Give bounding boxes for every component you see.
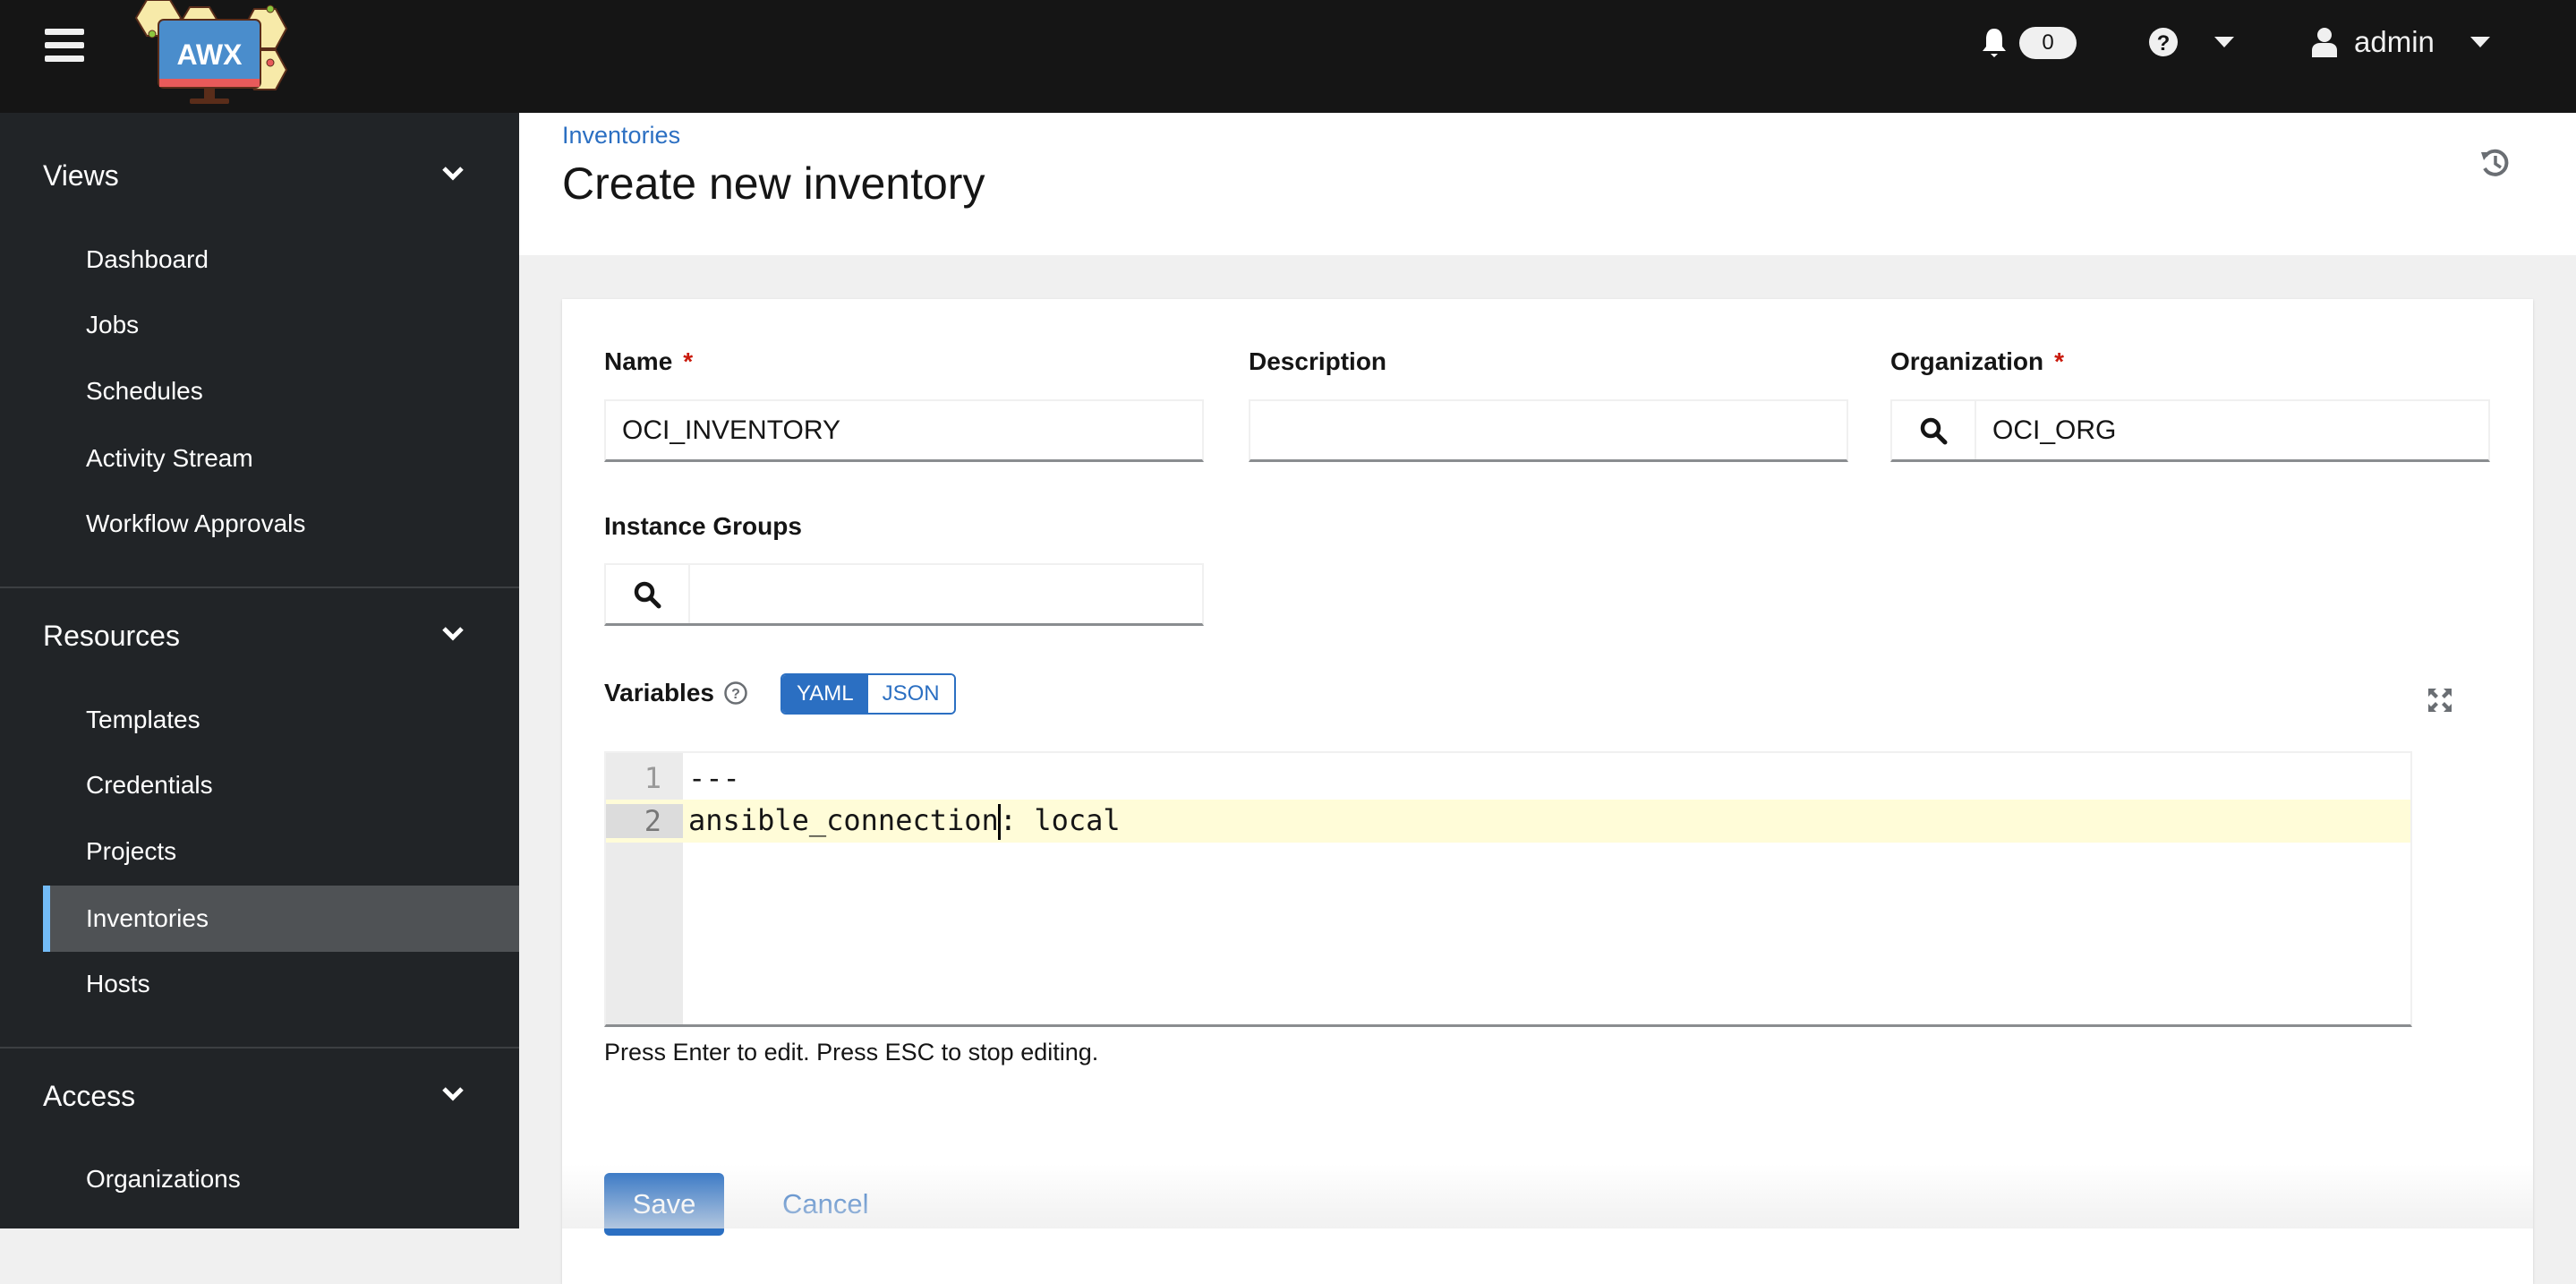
sidebar-item-organizations[interactable]: Organizations <box>43 1146 519 1212</box>
sidebar-item-projects[interactable]: Projects <box>43 818 519 885</box>
page-header: Inventories Create new inventory <box>519 113 2576 255</box>
expand-icon[interactable] <box>2426 686 2454 715</box>
save-button[interactable]: Save <box>604 1173 724 1236</box>
json-toggle-button[interactable]: JSON <box>867 675 954 713</box>
code-line: 1 --- <box>644 761 740 795</box>
description-label: Description <box>1249 347 1387 375</box>
hamburger-icon <box>45 29 84 35</box>
sidebar-group-resources[interactable]: Resources <box>43 620 464 653</box>
help-circle-icon[interactable]: ? <box>723 681 748 706</box>
bell-icon <box>1983 29 2006 57</box>
sidebar-divider <box>0 586 519 588</box>
help-menu[interactable]: ? <box>2148 27 2234 57</box>
notifications-button[interactable]: 0 <box>1982 27 2077 59</box>
username: admin <box>2354 25 2435 58</box>
variables-label: Variables ? <box>604 679 748 707</box>
chevron-down-icon <box>442 167 464 181</box>
chevron-down-icon <box>442 627 464 641</box>
search-icon <box>634 581 661 608</box>
instance-groups-search-button[interactable] <box>606 565 690 623</box>
editor-helper-text: Press Enter to edit. Press ESC to stop e… <box>604 1039 1099 1066</box>
inventory-form: Name * OCI_INVENTORY Description Organiza… <box>562 299 2533 1284</box>
notifications-badge: 0 <box>2019 27 2077 59</box>
yaml-toggle-button[interactable]: YAML <box>782 675 868 713</box>
page-title: Create new inventory <box>562 158 985 209</box>
description-input[interactable] <box>1249 399 1848 462</box>
sidebar-item-dashboard[interactable]: Dashboard <box>43 227 519 293</box>
history-icon[interactable] <box>2479 147 2512 179</box>
organization-lookup[interactable]: OCI_ORG <box>1890 399 2490 462</box>
help-caret-icon <box>2214 37 2234 47</box>
sidebar-item-activity-stream[interactable]: Activity Stream <box>43 425 519 492</box>
user-icon <box>2312 28 2337 57</box>
masthead: AWX 0 ? admin <box>0 0 2576 113</box>
user-caret-icon <box>2469 37 2490 47</box>
sidebar-item-workflow-approvals[interactable]: Workflow Approvals <box>43 491 519 557</box>
variables-format-toggle: YAML JSON <box>780 673 956 715</box>
sidebar-group-views[interactable]: Views <box>43 159 464 193</box>
name-input[interactable]: OCI_INVENTORY <box>604 399 1204 462</box>
question-circle-icon: ? <box>2149 28 2178 56</box>
variables-code-editor[interactable]: 1 --- 2 ansible_connection: local <box>604 751 2412 1027</box>
sidebar: Views Dashboard Jobs Schedules Activity … <box>0 113 519 1228</box>
name-label: Name * <box>604 347 694 375</box>
user-menu[interactable]: admin <box>2311 25 2490 59</box>
sidebar-item-templates[interactable]: Templates <box>43 687 519 753</box>
svg-text:?: ? <box>2157 31 2171 56</box>
search-icon <box>1920 417 1948 444</box>
breadcrumb-inventories[interactable]: Inventories <box>562 122 680 150</box>
sidebar-item-credentials[interactable]: Credentials <box>43 752 519 818</box>
sidebar-item-hosts[interactable]: Hosts <box>43 951 519 1017</box>
svg-text:?: ? <box>731 687 740 702</box>
sidebar-item-inventories[interactable]: Inventories <box>43 886 519 952</box>
sidebar-divider <box>0 1047 519 1049</box>
sidebar-group-access[interactable]: Access <box>43 1080 464 1113</box>
cancel-button[interactable]: Cancel <box>782 1173 869 1236</box>
logo-text: AWX <box>177 39 243 71</box>
instance-groups-lookup[interactable] <box>604 563 1204 626</box>
sidebar-item-jobs[interactable]: Jobs <box>43 292 519 358</box>
instance-groups-label: Instance Groups <box>604 512 802 540</box>
sidebar-item-schedules[interactable]: Schedules <box>43 358 519 424</box>
nav-toggle-button[interactable] <box>45 29 84 64</box>
code-line-active: 2 ansible_connection: local <box>606 800 2410 843</box>
organization-label: Organization * <box>1890 347 2065 375</box>
organization-search-button[interactable] <box>1892 401 1976 459</box>
awx-logo[interactable]: AWX <box>127 0 306 107</box>
chevron-down-icon <box>442 1087 464 1101</box>
